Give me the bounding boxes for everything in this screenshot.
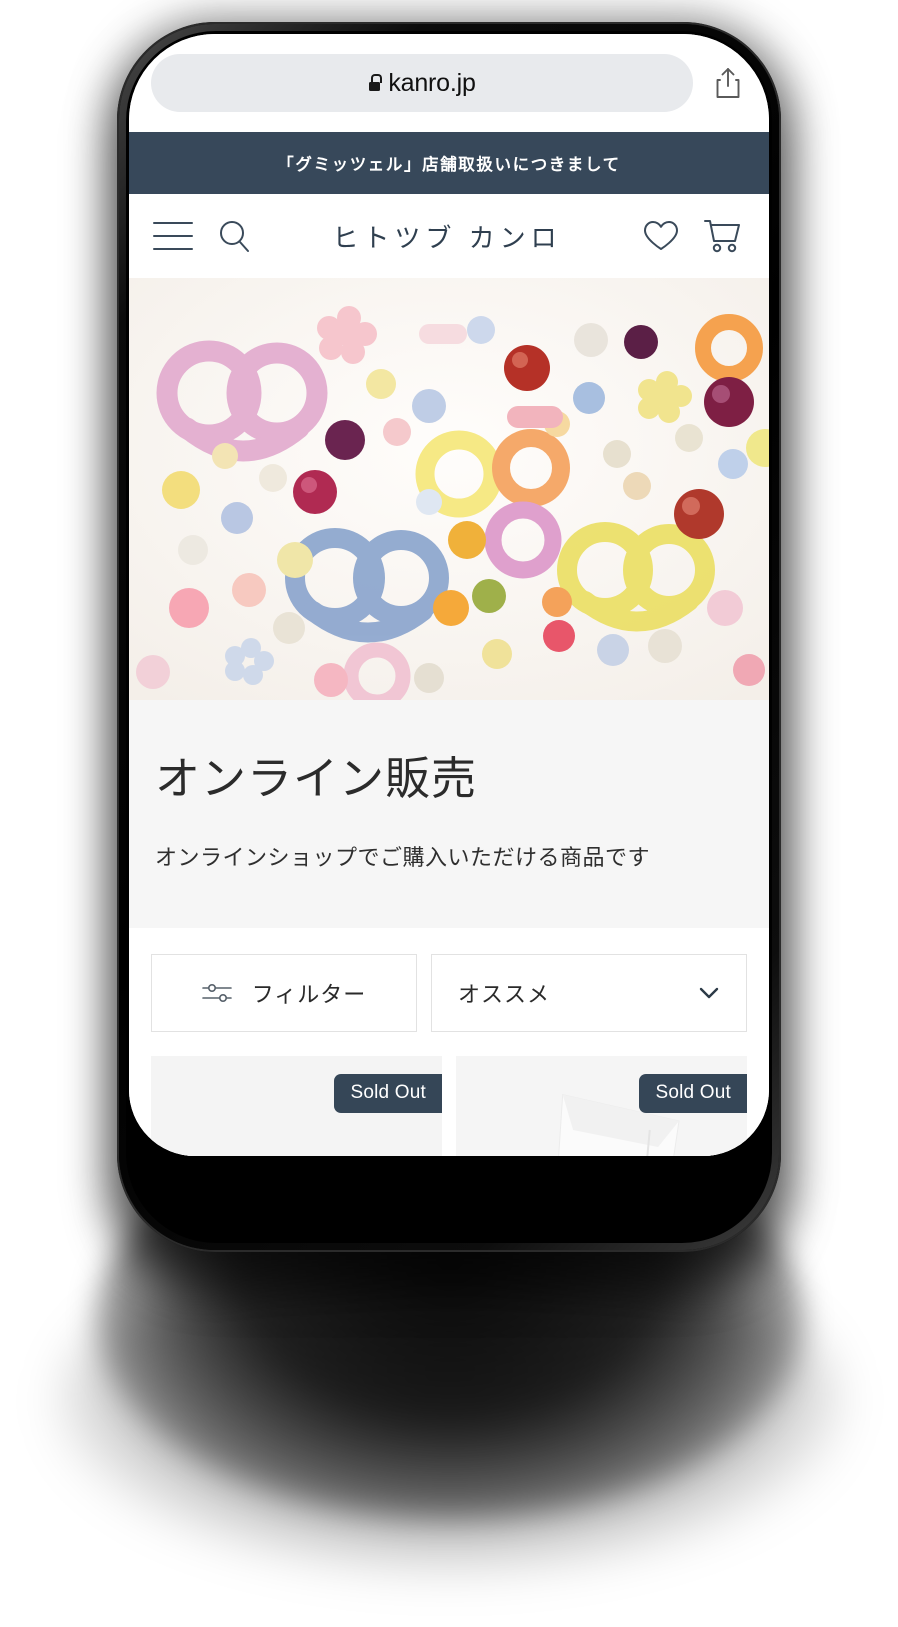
brand-wordmark[interactable]: ヒトツブ カンロ xyxy=(332,218,561,255)
browser-toolbar: kanro.jp xyxy=(129,34,769,132)
header-right-actions xyxy=(641,216,743,256)
sort-select[interactable]: オススメ xyxy=(431,954,747,1032)
hamburger-icon[interactable] xyxy=(153,222,193,250)
filter-button-label: フィルター xyxy=(251,982,367,1007)
hero-image xyxy=(129,278,769,700)
screenshot-stage: kanro.jp 「グミッツェル」店舗取扱いにつきまして ヒトツブ カンロ オン… xyxy=(0,0,898,1627)
share-icon[interactable] xyxy=(713,66,743,100)
url-text: kanro.jp xyxy=(388,68,476,97)
sliders-icon xyxy=(201,982,232,1004)
product-card[interactable]: Sold Out xyxy=(456,1056,747,1156)
chevron-down-icon xyxy=(696,980,722,1006)
address-bar[interactable]: kanro.jp xyxy=(151,54,693,112)
product-card[interactable]: Sold Out xyxy=(151,1056,442,1156)
page-title-block: オンライン販売 オンラインショップでご購入いただける商品です xyxy=(129,700,769,928)
sort-select-value: オススメ xyxy=(458,982,551,1007)
filter-button[interactable]: フィルター xyxy=(151,954,417,1032)
search-icon[interactable] xyxy=(215,217,253,255)
status-badge: Sold Out xyxy=(639,1074,747,1113)
heart-icon[interactable] xyxy=(641,218,681,254)
brand-wordmark-container: ヒトツブ カンロ xyxy=(253,218,641,255)
promo-banner[interactable]: 「グミッツェル」店舗取扱いにつきまして xyxy=(129,132,769,194)
page-subtitle: オンラインショップでご購入いただける商品です xyxy=(155,845,651,870)
product-grid: Sold Out Sold Out xyxy=(129,1032,769,1156)
lock-icon xyxy=(368,74,383,91)
header-left-actions xyxy=(153,217,253,255)
cart-icon[interactable] xyxy=(701,216,743,256)
site-header: ヒトツブ カンロ xyxy=(129,194,769,278)
status-badge: Sold Out xyxy=(334,1074,442,1113)
page-title: オンライン販売 xyxy=(155,753,478,804)
promo-banner-text: 「グミッツェル」店舗取扱いにつきまして xyxy=(277,156,621,174)
filter-sort-row: フィルター オススメ xyxy=(129,928,769,1032)
phone-screen: kanro.jp 「グミッツェル」店舗取扱いにつきまして ヒトツブ カンロ オン… xyxy=(129,34,769,1156)
